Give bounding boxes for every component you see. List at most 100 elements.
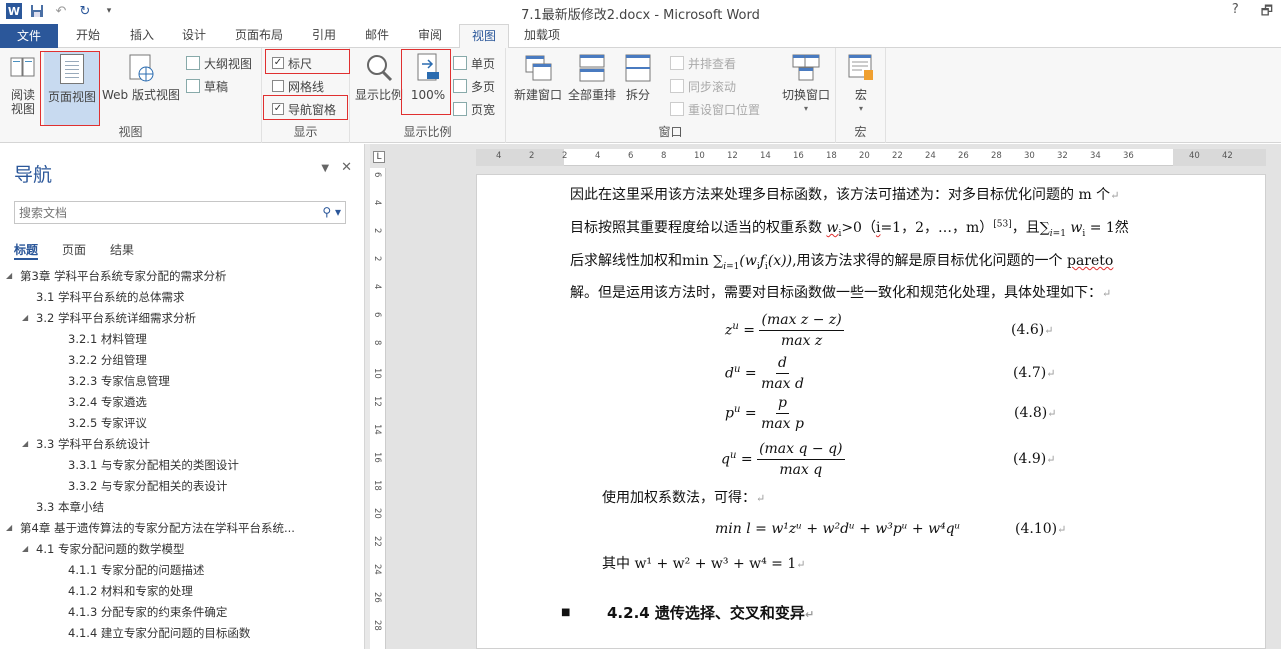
nav-heading-item[interactable]: ◢ 4.1 专家分配问题的数学模型 (22, 538, 184, 559)
vertical-ruler[interactable]: 6 4 2 2 4 6 8 10 12 14 16 18 20 22 24 26 28 (370, 168, 386, 649)
body-line-1: 因此在这里采用该方法来处理多目标函数，该方法可描述为：对多目标优化问题的 m 个… (570, 187, 1120, 203)
macros-button[interactable]: 宏 ▾ (840, 52, 882, 116)
new-window-button[interactable]: 新建窗口 (510, 52, 566, 102)
nav-tab-pages[interactable]: 页面 (62, 241, 86, 260)
nav-heading-item[interactable]: 3.3.2 与专家分配相关的表设计 (68, 475, 227, 496)
multiple-pages-button[interactable]: 多页 (453, 76, 495, 96)
tab-mailings[interactable]: 邮件 (353, 24, 401, 48)
nav-heading-label: 第4章 基于遗传算法的专家分配方法在学科平台系统... (20, 520, 295, 535)
web-layout-button[interactable]: Web 版式视图 (100, 52, 182, 102)
ribbon-view: 阅读 视图 页面视图 Web 版式视图 大纲视图 草稿 视图 ✓标尺 网格线 (0, 48, 1281, 143)
nav-heading-item[interactable]: 3.3 本章小结 (36, 496, 104, 517)
split-icon (623, 52, 653, 84)
window-title: 7.1最新版修改2.docx - Microsoft Word (521, 8, 760, 23)
nav-heading-item[interactable]: ◢ 3.2 学科平台系统详细需求分析 (22, 307, 196, 328)
nav-heading-item[interactable]: 3.2.5 专家评议 (68, 412, 147, 433)
vruler-tick-label: 4 (372, 200, 382, 206)
nav-heading-item[interactable]: 3.2.3 专家信息管理 (68, 370, 170, 391)
equation-4-7[interactable]: du = d max d (725, 353, 804, 394)
equation-4-9[interactable]: qu = (max q − q) max q (721, 439, 845, 480)
reset-window-position-button[interactable]: 重设窗口位置 (670, 99, 760, 119)
gridlines-checkbox[interactable]: 网格线 (272, 76, 324, 96)
view-side-by-side-button[interactable]: 并排查看 (670, 53, 736, 73)
nav-heading-item[interactable]: 3.2.1 材料管理 (68, 328, 147, 349)
horizontal-ruler[interactable]: 4 2 2 4 6 8 10 12 14 16 18 20 22 24 26 28 30 32 34 36 40 42 (476, 149, 1266, 166)
nav-heading-label: 4.1.1 专家分配的问题描述 (68, 562, 205, 577)
group-label-show: 显示 (293, 125, 318, 139)
ruler-tick-label: 36 (1123, 151, 1134, 161)
page-width-icon (453, 102, 467, 116)
nav-heading-item[interactable]: ◢ 3.3 学科平台系统设计 (22, 433, 150, 454)
page-width-button[interactable]: 页宽 (453, 99, 495, 119)
split-label: 拆分 (625, 88, 650, 102)
nav-heading-item[interactable]: ◢ 第3章 学科平台系统专家分配的需求分析 (6, 265, 226, 286)
zoom-button[interactable]: 显示比例 (354, 52, 404, 102)
nav-heading-item[interactable]: ◢ 第4章 基于遗传算法的专家分配方法在学科平台系统... (6, 517, 295, 538)
nav-search-icon[interactable]: ⚲ ▾ (322, 205, 341, 219)
nav-heading-item[interactable]: 3.1 学科平台系统的总体需求 (36, 286, 184, 307)
tab-design[interactable]: 设计 (170, 24, 218, 48)
nav-heading-label: 第3章 学科平台系统专家分配的需求分析 (20, 268, 227, 283)
vruler-tick-label: 16 (372, 452, 382, 463)
outline-button[interactable]: 大纲视图 (186, 53, 252, 73)
ruler-tick-label: 4 (496, 151, 502, 161)
arrange-all-button[interactable]: 全部重排 (564, 52, 620, 102)
switch-windows-button[interactable]: 切换窗口 ▾ (778, 52, 834, 116)
nav-close-icon[interactable]: ✕ (341, 160, 352, 175)
macros-label: 宏 (854, 88, 867, 102)
body-line-4: 解。但是运用该方法时，需要对目标函数做一些一致化和规范化处理，具体处理如下：↵ (570, 285, 1112, 301)
nav-heading-item[interactable]: 4.1.4 建立专家分配问题的目标函数 (68, 622, 250, 643)
ruler-tick-label: 40 (1189, 151, 1200, 161)
nav-heading-item[interactable]: 4.1.1 专家分配的问题描述 (68, 559, 204, 580)
collapse-triangle-icon[interactable]: ◢ (6, 271, 14, 280)
switch-windows-label: 切换窗口 (781, 88, 830, 102)
tab-selector-icon[interactable]: L (373, 151, 385, 163)
tab-insert[interactable]: 插入 (118, 24, 166, 48)
nav-options-dropdown-icon[interactable]: ▼ (321, 163, 329, 175)
nav-search-input[interactable] (15, 202, 305, 223)
read-mode-button[interactable]: 阅读 视图 (4, 52, 42, 116)
collapse-triangle-icon[interactable]: ◢ (22, 313, 30, 322)
gridlines-check-icon (272, 80, 284, 92)
help-button[interactable]: ? (1232, 2, 1239, 24)
ribbon-display-options-icon[interactable]: 🗗 (1261, 2, 1273, 24)
ruler-tick-label: 14 (760, 151, 771, 161)
equation-4-6[interactable]: zu = (max z − z) max z (725, 310, 844, 351)
nav-heading-item[interactable]: 3.2.4 专家遴选 (68, 391, 147, 412)
nav-heading-item[interactable]: 3.2.2 分组管理 (68, 349, 147, 370)
tab-view[interactable]: 视图 (459, 24, 509, 49)
document-page[interactable]: 因此在这里采用该方法来处理多目标函数，该方法可描述为：对多目标优化问题的 m 个… (476, 174, 1266, 649)
nav-heading-label: 3.2.1 材料管理 (68, 331, 147, 346)
vruler-tick-label: 18 (372, 480, 382, 491)
nav-heading-item[interactable]: 3.3.1 与专家分配相关的类图设计 (68, 454, 239, 475)
tab-references[interactable]: 引用 (300, 24, 348, 48)
multiple-pages-icon (453, 79, 467, 93)
nav-heading-item[interactable]: 4.1.2 材料和专家的处理 (68, 580, 193, 601)
nav-heading-label: 3.2 学科平台系统详细需求分析 (36, 310, 196, 325)
nav-heading-item[interactable]: 4.1.3 分配专家的约束条件确定 (68, 601, 227, 622)
collapse-triangle-icon[interactable]: ◢ (6, 523, 14, 532)
collapse-triangle-icon[interactable]: ◢ (22, 544, 30, 553)
tab-file[interactable]: 文件 (0, 24, 58, 48)
split-button[interactable]: 拆分 (620, 52, 656, 102)
tab-addins[interactable]: 加载项 (514, 24, 570, 48)
ribbon-tab-bar: 文件 开始 插入 设计 页面布局 引用 邮件 审阅 视图 加载项 (0, 24, 1281, 49)
nav-heading-label: 3.3.1 与专家分配相关的类图设计 (68, 457, 239, 472)
equation-4-8[interactable]: pu = p max p (725, 393, 804, 434)
tab-review[interactable]: 审阅 (406, 24, 454, 48)
sync-scrolling-button[interactable]: 同步滚动 (670, 76, 736, 96)
one-page-button[interactable]: 单页 (453, 53, 495, 73)
equation-4-10[interactable]: min l = w¹zᵘ + w²dᵘ + w³pᵘ + w⁴qᵘ (715, 521, 960, 537)
draft-button[interactable]: 草稿 (186, 76, 228, 96)
body-line-3: 后求解线性加权和min ∑i=1(wifi(x)),用该方法求得的解是原目标优化… (570, 253, 1114, 272)
tab-home[interactable]: 开始 (64, 24, 112, 48)
nav-heading-label: 4.1 专家分配问题的数学模型 (36, 541, 185, 556)
nav-tab-headings[interactable]: 标题 (14, 241, 39, 260)
new-window-label: 新建窗口 (513, 88, 562, 102)
tab-page-layout[interactable]: 页面布局 (224, 24, 294, 48)
nav-heading-label: 3.2.4 专家遴选 (68, 394, 147, 409)
ruler-left-margin (476, 149, 564, 166)
nav-heading-label: 3.3 学科平台系统设计 (36, 436, 150, 451)
collapse-triangle-icon[interactable]: ◢ (22, 439, 30, 448)
nav-tab-results[interactable]: 结果 (110, 241, 134, 260)
